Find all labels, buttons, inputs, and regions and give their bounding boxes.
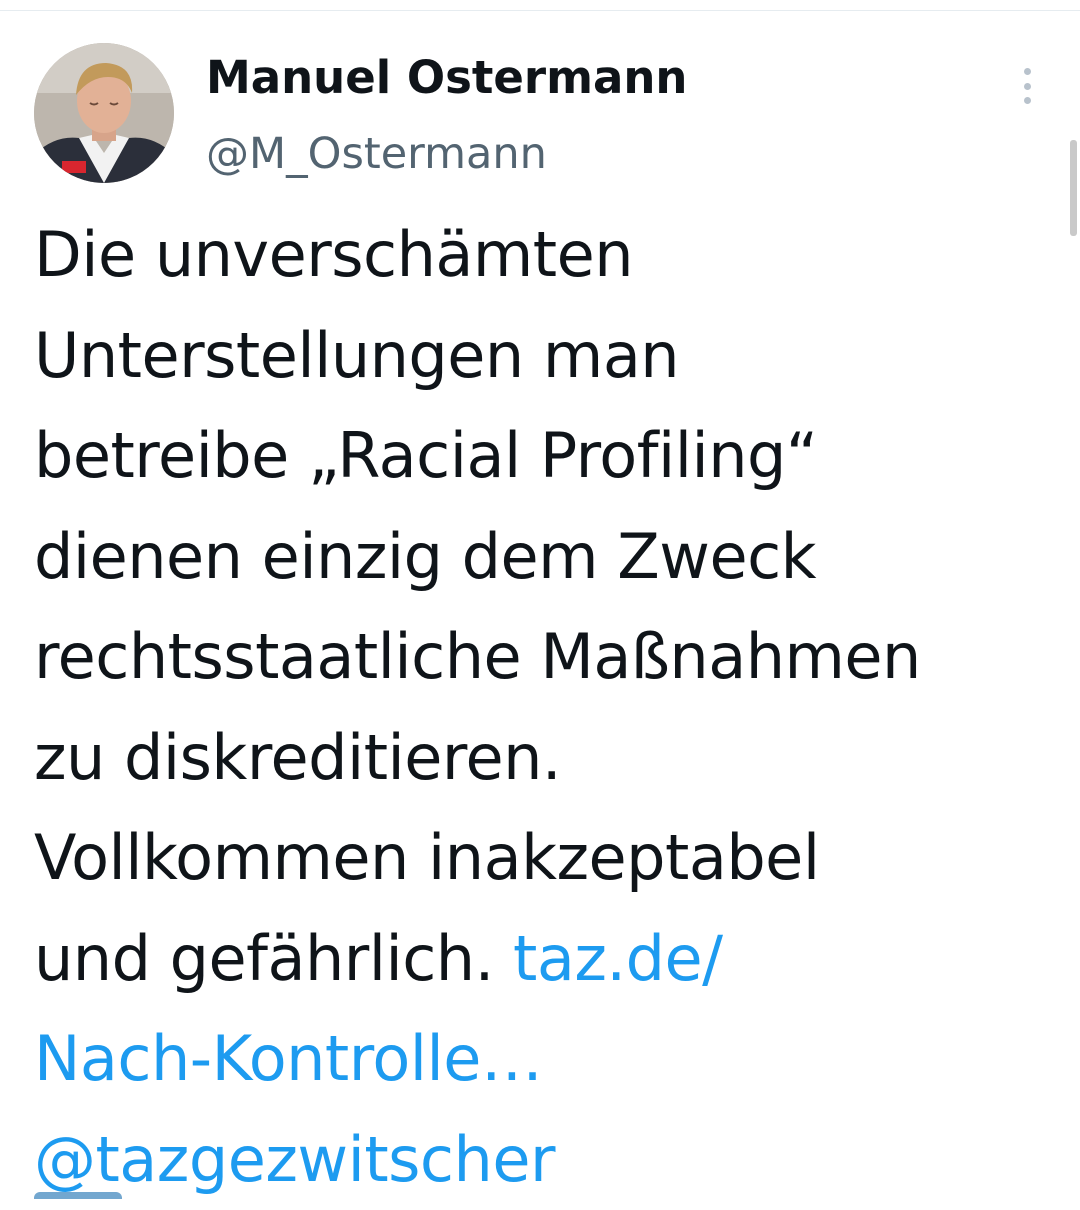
tweet-line: Die unverschämten [34, 205, 1064, 306]
tweet-line-with-link: und gefährlich. taz.de/ [34, 909, 1064, 1010]
author-display-name[interactable]: Manuel Ostermann [206, 50, 687, 106]
author-handle[interactable]: @M_Ostermann [206, 127, 547, 181]
tweet-line-link-cont: Nach-Kontrolle… [34, 1009, 1064, 1110]
media-card-edge [34, 1192, 122, 1199]
avatar-photo [34, 43, 174, 183]
tweet-line: betreibe „Racial Profiling“ [34, 406, 1064, 507]
more-options-button[interactable] [1010, 64, 1044, 108]
more-vertical-icon [1024, 68, 1031, 75]
tweet-line: Vollkommen inakzeptabel [34, 808, 1064, 909]
tweet-line-mention: @tazgezwitscher [34, 1110, 1064, 1210]
tweet-line: dienen einzig dem Zweck [34, 507, 1064, 608]
more-vertical-icon-dot [1024, 83, 1031, 90]
tweet-line: rechtsstaatliche Maßnahmen [34, 607, 1064, 708]
more-vertical-icon-dot [1024, 97, 1031, 104]
article-link[interactable]: taz.de/ [513, 922, 722, 995]
article-link-continued[interactable]: Nach-Kontrolle… [34, 1022, 542, 1095]
scrollbar-thumb[interactable] [1070, 140, 1077, 236]
mention-link[interactable]: @tazgezwitscher [34, 1123, 555, 1196]
tweet-line-text: und gefährlich. [34, 922, 494, 995]
tweet-line: zu diskreditieren. [34, 708, 1064, 809]
author-avatar[interactable] [34, 43, 174, 183]
top-divider [0, 10, 1080, 11]
tweet-text: Die unverschämten Unterstellungen man be… [34, 205, 1064, 1210]
tweet-line: Unterstellungen man [34, 306, 1064, 407]
